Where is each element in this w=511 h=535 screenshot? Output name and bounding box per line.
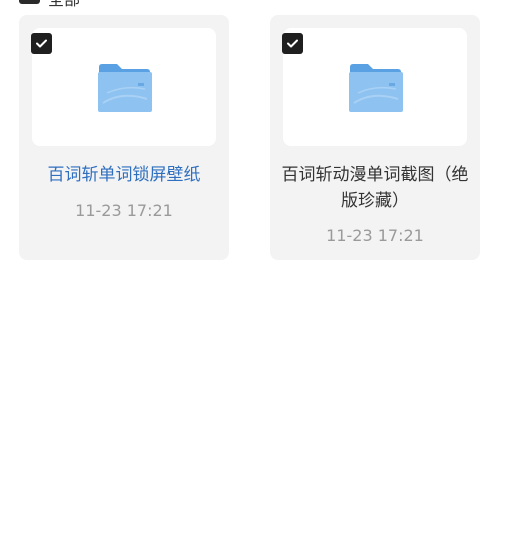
folder-time: 11-23 17:21	[75, 201, 173, 220]
folder-thumbnail[interactable]	[32, 28, 216, 146]
check-icon	[287, 39, 298, 48]
folder-card[interactable]: 百词斩动漫单词截图（绝版珍藏） 11-23 17:21	[270, 15, 480, 260]
folder-time: 11-23 17:21	[326, 226, 424, 245]
select-all-checkbox[interactable]	[19, 0, 40, 4]
card-checkbox[interactable]	[31, 33, 52, 54]
folder-icon	[349, 64, 403, 112]
check-icon	[36, 39, 47, 48]
select-all-label: 全部	[48, 0, 80, 10]
folder-thumbnail[interactable]	[283, 28, 467, 146]
folder-icon	[98, 64, 152, 112]
folder-name[interactable]: 百词斩动漫单词截图（绝版珍藏）	[270, 162, 480, 214]
folder-name[interactable]: 百词斩单词锁屏壁纸	[19, 162, 229, 188]
folder-card[interactable]: 百词斩单词锁屏壁纸 11-23 17:21	[19, 15, 229, 260]
card-checkbox[interactable]	[282, 33, 303, 54]
